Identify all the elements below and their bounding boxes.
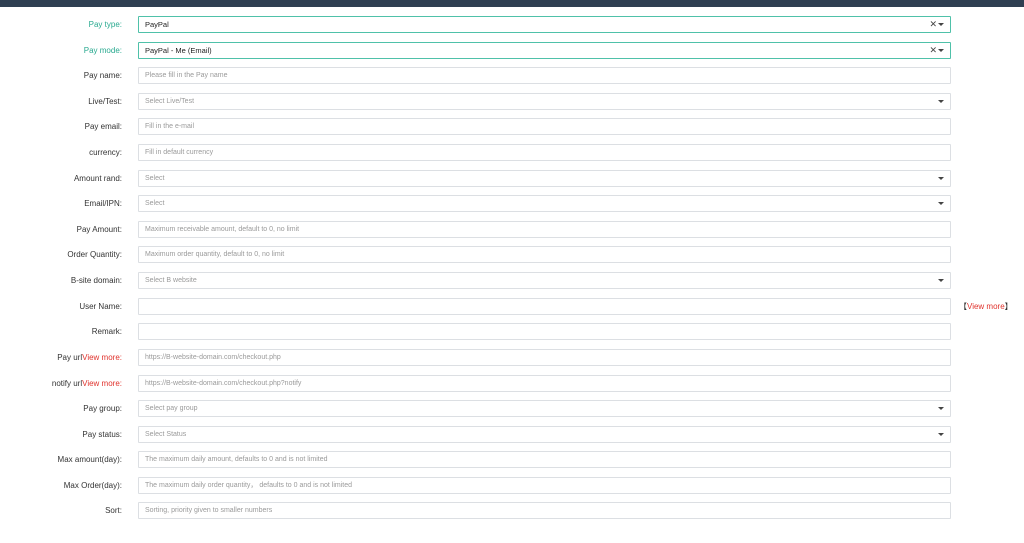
pay-name-row: Pay name: Please fill in the Pay name [0, 67, 1024, 85]
sort-row: Sort: Sorting, priority given to smaller… [0, 502, 1024, 520]
notify-url-row: notify urlView more: https://B-website-d… [0, 375, 1024, 393]
pay-mode-label: Pay mode: [83, 46, 122, 55]
max-amount-day-label: Max amount(day): [57, 455, 122, 464]
order-quantity-placeholder: Maximum order quantity, default to 0, no… [145, 251, 285, 258]
order-quantity-row: Order Quantity: Maximum order quantity, … [0, 246, 1024, 264]
pay-mode-row: Pay mode: PayPal - Me (Email) ✕ [0, 42, 1024, 60]
caret-down-icon [938, 202, 944, 205]
pay-amount-input[interactable]: Maximum receivable amount, default to 0,… [138, 221, 951, 238]
max-order-day-row: Max Order(day): The maximum daily order … [0, 477, 1024, 495]
pay-status-placeholder: Select Status [145, 431, 187, 438]
user-name-row: User Name: 【View more】 [0, 298, 1024, 316]
pay-type-select[interactable]: PayPal ✕ [138, 16, 951, 33]
pay-email-input[interactable]: Fill in the e-mail [138, 118, 951, 135]
pay-group-placeholder: Select pay group [145, 405, 198, 412]
view-more-link[interactable]: View more [967, 302, 1005, 311]
pay-mode-value: PayPal - Me (Email) [145, 46, 212, 55]
user-name-label: User Name: [79, 302, 122, 311]
close-icon[interactable]: ✕ [929, 17, 937, 32]
caret-down-icon [938, 407, 944, 410]
pay-mode-select[interactable]: PayPal - Me (Email) ✕ [138, 42, 951, 59]
max-order-day-input[interactable]: The maximum daily order quantity， defaul… [138, 477, 951, 494]
max-order-day-placeholder: The maximum daily order quantity， defaul… [145, 482, 352, 489]
b-site-domain-select[interactable]: Select B website [138, 272, 951, 289]
caret-down-icon [938, 279, 944, 282]
pay-type-value: PayPal [145, 20, 169, 29]
pay-url-placeholder: https://B-website-domain.com/checkout.ph… [145, 354, 281, 361]
pay-url-label: Pay urlView more: [0, 349, 122, 367]
max-amount-day-input[interactable]: The maximum daily amount, defaults to 0 … [138, 451, 951, 468]
max-order-day-label: Max Order(day): [63, 481, 122, 490]
user-name-view-more: 【View more】 [959, 298, 1013, 316]
pay-group-row: Pay group: Select pay group [0, 400, 1024, 418]
close-icon[interactable]: ✕ [929, 43, 937, 58]
live-test-row: Live/Test: Select Live/Test [0, 93, 1024, 111]
pay-email-row: Pay email: Fill in the e-mail [0, 118, 1024, 136]
pay-status-label: Pay status: [82, 430, 122, 439]
pay-group-select[interactable]: Select pay group [138, 400, 951, 417]
pay-url-input[interactable]: https://B-website-domain.com/checkout.ph… [138, 349, 951, 366]
pay-amount-placeholder: Maximum receivable amount, default to 0,… [145, 226, 300, 233]
max-amount-day-placeholder: The maximum daily amount, defaults to 0 … [145, 456, 328, 463]
remark-row: Remark: [0, 323, 1024, 341]
pay-amount-row: Pay Amount: Maximum receivable amount, d… [0, 221, 1024, 239]
pay-name-input[interactable]: Please fill in the Pay name [138, 67, 951, 84]
live-test-select[interactable]: Select Live/Test [138, 93, 951, 110]
pay-type-label: Pay type: [88, 20, 122, 29]
user-name-input[interactable] [138, 298, 951, 315]
bracket-close: 】 [1004, 302, 1013, 311]
amount-rand-label: Amount rand: [73, 174, 122, 183]
caret-down-icon [938, 23, 944, 26]
caret-down-icon [938, 49, 944, 52]
currency-label: currency: [89, 148, 122, 157]
pay-email-placeholder: Fill in the e-mail [145, 123, 195, 130]
remark-label: Remark: [91, 327, 122, 336]
currency-row: currency: Fill in default currency [0, 144, 1024, 162]
amount-rand-placeholder: Select [145, 175, 165, 182]
sort-label: Sort: [105, 506, 122, 515]
notify-url-view-more-link[interactable]: View more: [82, 379, 122, 388]
currency-input[interactable]: Fill in default currency [138, 144, 951, 161]
email-ipn-placeholder: Select [145, 200, 165, 207]
sort-placeholder: Sorting, priority given to smaller numbe… [145, 507, 273, 514]
pay-type-row: Pay type: PayPal ✕ [0, 16, 1024, 34]
pay-url-label-text: Pay url [57, 353, 83, 362]
pay-group-label: Pay group: [83, 404, 122, 413]
caret-down-icon [938, 177, 944, 180]
notify-url-label: notify urlView more: [0, 375, 122, 393]
pay-amount-label: Pay Amount: [76, 225, 122, 234]
pay-url-row: Pay urlView more: https://B-website-doma… [0, 349, 1024, 367]
caret-down-icon [938, 100, 944, 103]
max-amount-day-row: Max amount(day): The maximum daily amoun… [0, 451, 1024, 469]
b-site-domain-placeholder: Select B website [145, 277, 197, 284]
email-ipn-row: Email/IPN: Select [0, 195, 1024, 213]
b-site-domain-row: B-site domain: Select B website [0, 272, 1024, 290]
email-ipn-label: Email/IPN: [84, 199, 122, 208]
bracket-open: 【 [959, 302, 967, 311]
notify-url-placeholder: https://B-website-domain.com/checkout.ph… [145, 380, 302, 387]
pay-name-placeholder: Please fill in the Pay name [145, 72, 228, 79]
order-quantity-input[interactable]: Maximum order quantity, default to 0, no… [138, 246, 951, 263]
live-test-label: Live/Test: [88, 97, 122, 106]
pay-email-label: Pay email: [84, 122, 122, 131]
pay-name-label: Pay name: [83, 71, 122, 80]
currency-placeholder: Fill in default currency [145, 149, 214, 156]
order-quantity-label: Order Quantity: [67, 250, 122, 259]
remark-input[interactable] [138, 323, 951, 340]
b-site-domain-label: B-site domain: [70, 276, 122, 285]
amount-rand-select[interactable]: Select [138, 170, 951, 187]
pay-status-select[interactable]: Select Status [138, 426, 951, 443]
sort-input[interactable]: Sorting, priority given to smaller numbe… [138, 502, 951, 519]
top-bar [0, 0, 1024, 7]
notify-url-input[interactable]: https://B-website-domain.com/checkout.ph… [138, 375, 951, 392]
notify-url-label-text: notify url [51, 379, 83, 388]
pay-url-view-more-link[interactable]: View more: [82, 353, 122, 362]
email-ipn-select[interactable]: Select [138, 195, 951, 212]
live-test-placeholder: Select Live/Test [145, 98, 195, 105]
amount-rand-row: Amount rand: Select [0, 170, 1024, 188]
caret-down-icon [938, 433, 944, 436]
pay-status-row: Pay status: Select Status [0, 426, 1024, 444]
